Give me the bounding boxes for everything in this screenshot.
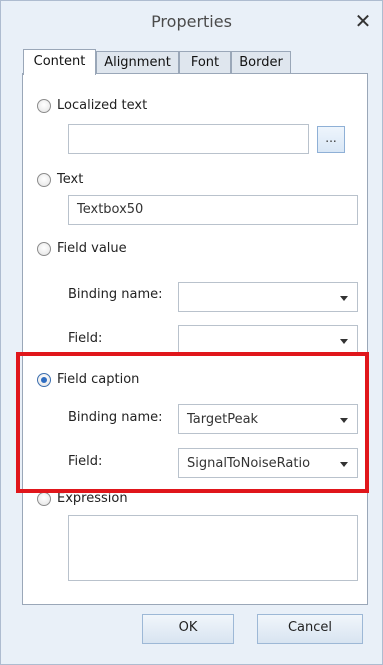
field-value-binding-label: Binding name: <box>68 287 163 302</box>
chevron-down-icon <box>340 462 348 467</box>
text-input[interactable]: Textbox50 <box>68 195 358 225</box>
field-caption-field-value: SignalToNoiseRatio <box>187 456 311 471</box>
tab-alignment[interactable]: Alignment <box>96 51 179 73</box>
field-caption-field-select[interactable]: SignalToNoiseRatio <box>178 448 358 478</box>
content-panel: Localized text ... Text Textbox50 Field … <box>22 73 368 605</box>
chevron-down-icon <box>340 296 348 301</box>
field-value-label: Field value <box>57 241 127 256</box>
field-caption-option[interactable]: Field caption <box>37 372 139 387</box>
field-caption-binding-value: TargetPeak <box>187 412 259 427</box>
localized-text-browse-button[interactable]: ... <box>317 126 345 153</box>
cancel-button[interactable]: Cancel <box>257 614 363 644</box>
field-caption-binding-select[interactable]: TargetPeak <box>178 404 358 434</box>
field-value-radio[interactable] <box>37 241 51 256</box>
tab-content[interactable]: Content <box>23 49 96 75</box>
field-caption-binding-label: Binding name: <box>68 410 163 425</box>
title-bar: Properties ✕ <box>1 1 382 41</box>
localized-text-input[interactable] <box>68 124 309 154</box>
close-icon[interactable]: ✕ <box>350 8 376 34</box>
chevron-down-icon <box>340 339 348 344</box>
field-value-field-label: Field: <box>68 331 103 346</box>
expression-option[interactable]: Expression <box>37 491 128 506</box>
expression-radio[interactable] <box>37 491 51 506</box>
chevron-down-icon <box>340 418 348 423</box>
text-label: Text <box>57 172 84 187</box>
tab-border[interactable]: Border <box>231 51 291 73</box>
expression-textarea[interactable] <box>68 515 358 581</box>
field-caption-radio[interactable] <box>37 372 51 387</box>
ok-button[interactable]: OK <box>142 614 234 644</box>
field-value-binding-select[interactable] <box>178 282 358 312</box>
field-value-option[interactable]: Field value <box>37 241 127 256</box>
localized-text-option[interactable]: Localized text <box>37 98 147 113</box>
field-value-field-select[interactable] <box>178 325 358 355</box>
text-radio[interactable] <box>37 172 51 187</box>
tab-font[interactable]: Font <box>179 51 231 73</box>
expression-label: Expression <box>57 491 128 506</box>
localized-text-radio[interactable] <box>37 98 51 113</box>
field-caption-label: Field caption <box>57 372 140 387</box>
field-caption-field-label: Field: <box>68 454 103 469</box>
text-option[interactable]: Text <box>37 172 83 187</box>
localized-text-label: Localized text <box>57 98 148 113</box>
window-title: Properties <box>151 12 232 31</box>
